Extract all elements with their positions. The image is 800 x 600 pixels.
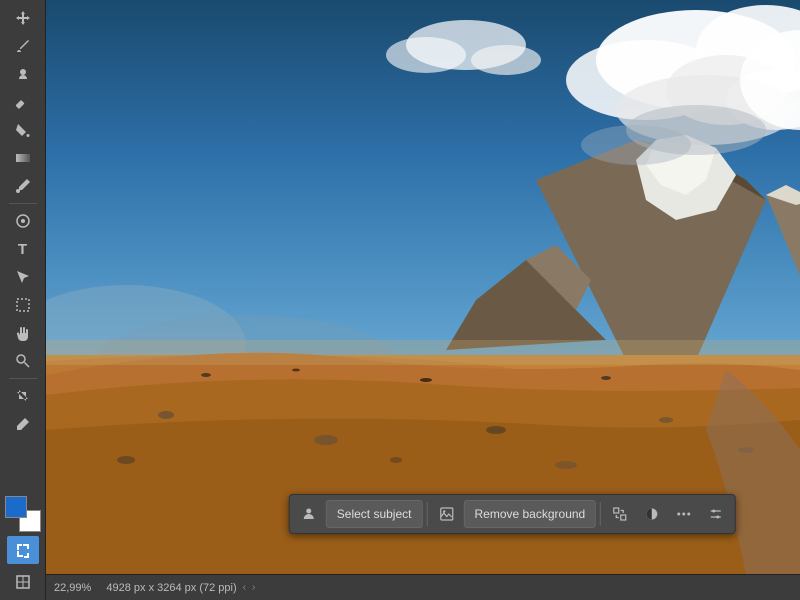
person-icon-btn[interactable] — [294, 499, 324, 529]
photo-canvas — [46, 0, 800, 574]
remove-background-button[interactable]: Remove background — [463, 500, 596, 528]
image-icon-btn[interactable] — [431, 499, 461, 529]
move-tool[interactable] — [7, 4, 39, 32]
select-subject-label: Select subject — [337, 507, 412, 521]
color-swatches[interactable] — [5, 496, 41, 532]
text-tool[interactable]: T — [7, 235, 39, 263]
toolbar-separator-1 — [9, 203, 37, 204]
float-divider-2 — [600, 502, 601, 526]
eyedropper-tool[interactable] — [7, 172, 39, 200]
remove-background-label: Remove background — [474, 507, 585, 521]
status-separator — [97, 582, 100, 594]
toolbar-separator-2 — [9, 378, 37, 379]
more-options-icon-btn[interactable] — [669, 499, 699, 529]
foreground-color-swatch[interactable] — [5, 496, 27, 518]
select-subject-button[interactable]: Select subject — [326, 500, 423, 528]
zoom-level: 22,99% — [54, 582, 91, 594]
pen-tool[interactable] — [7, 410, 39, 438]
floating-toolbar: Select subject Remove background — [289, 494, 736, 534]
left-toolbar: T — [0, 0, 46, 600]
rect-select-tool[interactable] — [7, 291, 39, 319]
settings-sliders-icon-btn[interactable] — [701, 499, 731, 529]
transform-tool[interactable] — [7, 536, 39, 564]
paint-bucket-tool[interactable] — [7, 116, 39, 144]
selection-arrow-tool[interactable] — [7, 263, 39, 291]
healing-tool[interactable] — [7, 207, 39, 235]
hand-tool[interactable] — [7, 319, 39, 347]
stamp-tool[interactable] — [7, 60, 39, 88]
next-arrow[interactable]: › — [252, 582, 255, 593]
gradient-tool[interactable] — [7, 144, 39, 172]
slice-tool[interactable] — [7, 568, 39, 596]
float-divider-1 — [426, 502, 427, 526]
crop-tool[interactable] — [7, 382, 39, 410]
status-bar: 22,99% 4928 px x 3264 px (72 ppi) ‹ › — [46, 574, 800, 600]
zoom-tool[interactable] — [7, 347, 39, 375]
canvas-area: Select subject Remove background — [46, 0, 800, 574]
prev-arrow[interactable]: ‹ — [243, 582, 246, 593]
brush-tool[interactable] — [7, 32, 39, 60]
transform-icon-btn[interactable] — [605, 499, 635, 529]
image-dimensions: 4928 px x 3264 px (72 ppi) — [106, 582, 236, 594]
circle-half-icon-btn[interactable] — [637, 499, 667, 529]
eraser-tool[interactable] — [7, 88, 39, 116]
